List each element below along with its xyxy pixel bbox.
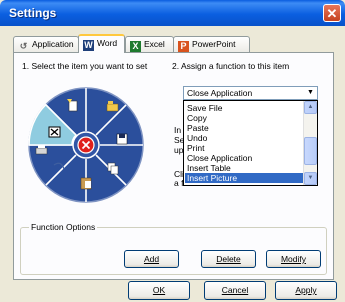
step2-label: 2. Assign a function to this item — [172, 61, 290, 71]
powerpoint-icon: P — [178, 41, 189, 52]
tab-application[interactable]: ↺ Application — [13, 36, 79, 52]
dropdown-scrollbar[interactable]: ▲ ▼ — [303, 101, 317, 185]
list-item[interactable]: Copy — [185, 113, 304, 123]
segment-cancel-icon[interactable] — [48, 126, 61, 138]
segment-paste-icon[interactable] — [80, 177, 92, 190]
function-options-group: Function Options Add Delete Modify — [20, 222, 327, 275]
scroll-thumb[interactable] — [304, 137, 317, 165]
scroll-down-icon[interactable]: ▼ — [304, 172, 317, 185]
modify-button[interactable]: Modify — [266, 250, 321, 268]
window-title: Settings — [9, 6, 57, 20]
ok-button[interactable]: OK — [128, 281, 190, 300]
function-select[interactable]: Close Application ▼ — [183, 86, 318, 100]
application-icon: ↺ — [19, 41, 28, 51]
segment-save-icon[interactable] — [116, 133, 128, 145]
excel-icon: X — [130, 41, 141, 52]
title-bar[interactable]: Settings ✕ — [0, 0, 345, 26]
function-dropdown-list: Save File Copy Paste Undo Print Close Ap… — [183, 100, 318, 186]
list-item[interactable]: Undo — [185, 133, 304, 143]
hint-text-line1: In — [174, 125, 182, 135]
function-options-title: Function Options — [29, 222, 98, 232]
function-select-value: Close Application — [187, 88, 253, 98]
tab-panel-word: 1. Select the item you want to set 2. As… — [13, 52, 334, 280]
function-wheel — [28, 87, 144, 203]
close-button[interactable]: ✕ — [323, 4, 341, 22]
list-item-selected[interactable]: Insert Picture — [185, 173, 304, 183]
apply-button[interactable]: Apply — [275, 281, 337, 300]
add-button[interactable]: Add — [124, 250, 179, 268]
list-item[interactable]: Save File — [185, 103, 304, 113]
settings-window: Settings ✕ ↺ Application W Word X Excel P Po… — [0, 0, 345, 302]
tab-word[interactable]: W Word — [78, 34, 125, 53]
tab-excel[interactable]: X Excel — [125, 36, 174, 52]
cancel-button[interactable]: Cancel — [204, 281, 266, 300]
chevron-down-icon[interactable]: ▼ — [305, 88, 316, 98]
tab-powerpoint[interactable]: P PowerPoint — [173, 36, 250, 52]
list-item[interactable]: Close Application — [185, 153, 304, 163]
tab-label: Excel — [144, 39, 165, 49]
list-item[interactable]: Print — [185, 143, 304, 153]
list-item[interactable]: Insert Table — [185, 163, 304, 173]
list-item[interactable]: Paste — [185, 123, 304, 133]
delete-button[interactable]: Delete — [201, 250, 256, 268]
tab-label: Word — [97, 38, 118, 48]
word-icon: W — [83, 40, 94, 51]
tab-label: Application — [32, 39, 74, 49]
scroll-up-icon[interactable]: ▲ — [304, 101, 317, 114]
tab-label: PowerPoint — [192, 39, 236, 49]
close-icon: ✕ — [326, 6, 338, 21]
